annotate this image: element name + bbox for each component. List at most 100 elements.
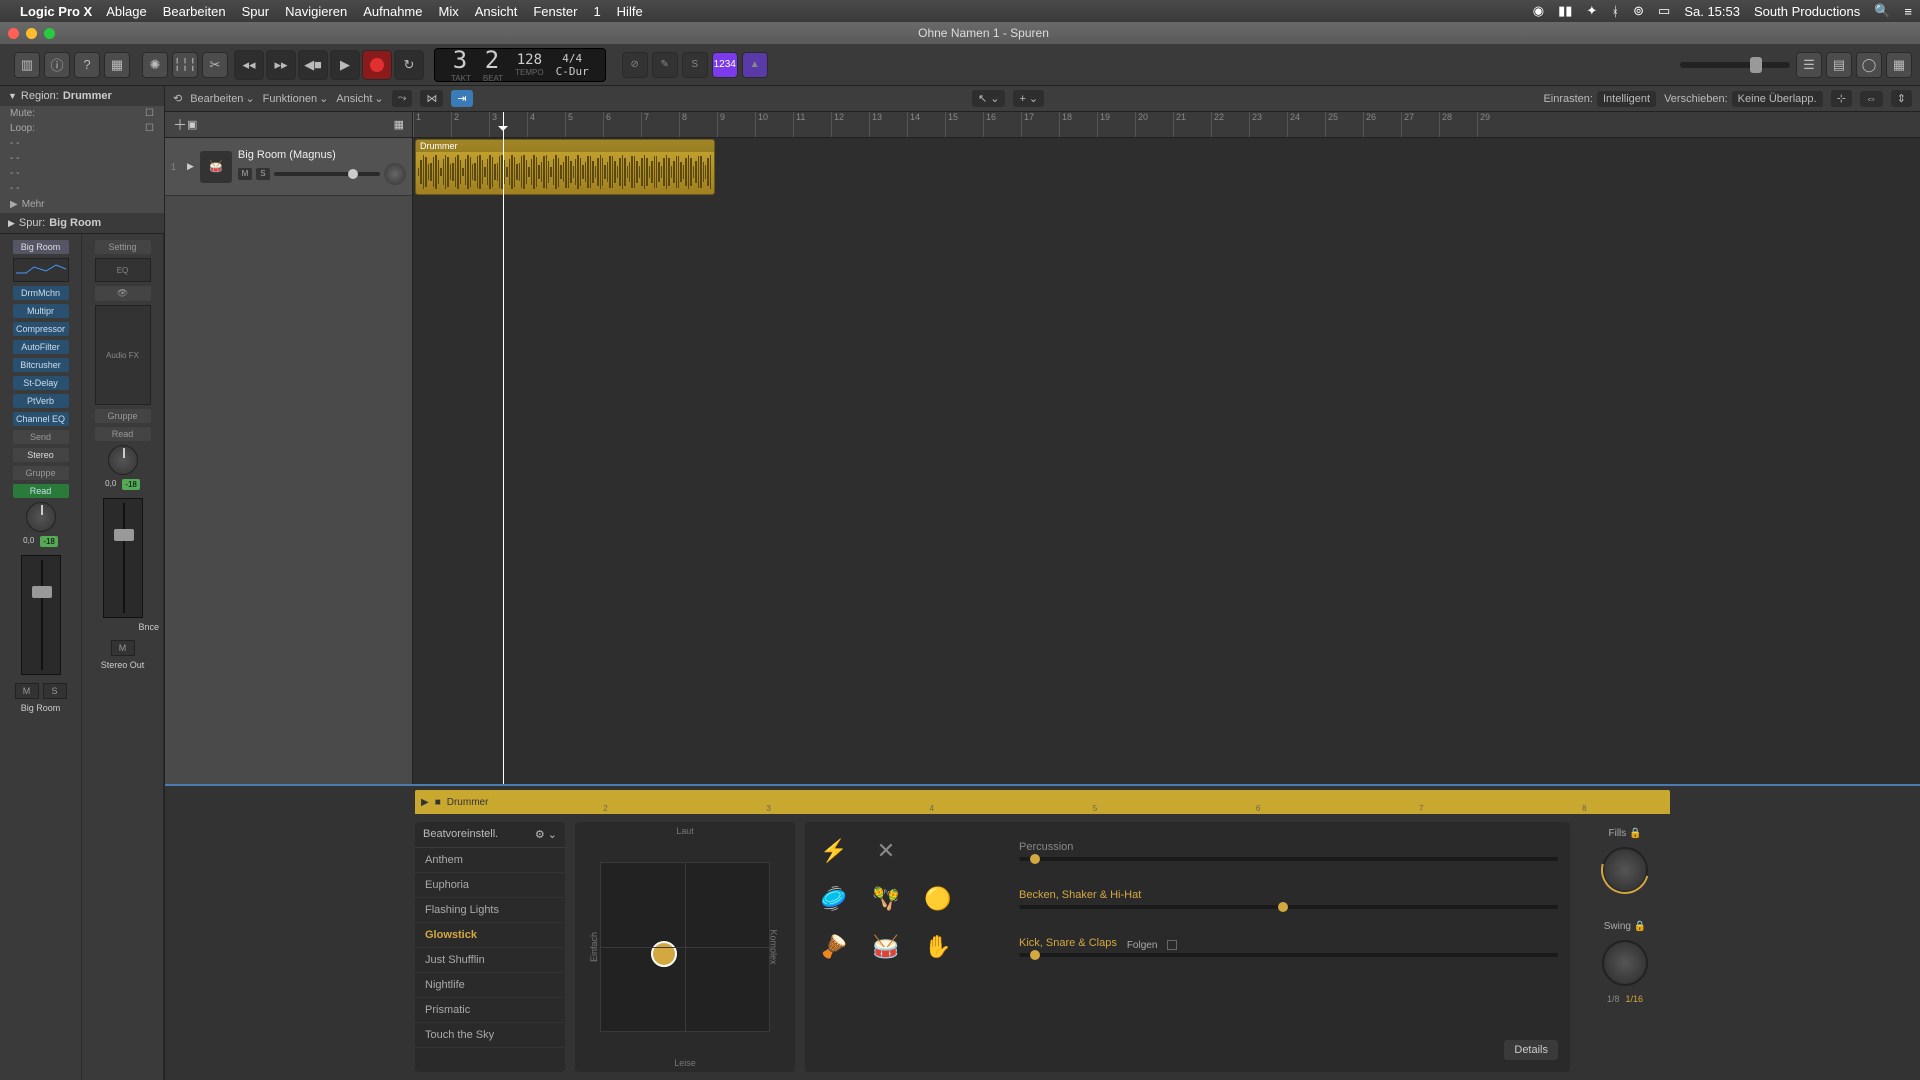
ruler-tick[interactable]: 11 [793,112,805,137]
rewind-button[interactable]: ◂◂ [234,50,264,80]
track-icon[interactable]: 🥁 [200,151,232,183]
menu-ablage[interactable]: Ablage [106,4,146,19]
ruler-tick[interactable]: 15 [945,112,958,137]
mute-button[interactable]: M [15,683,39,699]
status-airplay-icon[interactable]: ▭ [1658,3,1670,19]
plugin-slot[interactable]: St-Delay [13,376,69,390]
pointer-tool[interactable]: ↖ ⌄ [972,90,1006,107]
lcd-display[interactable]: 3TAKT 2BEAT 128TEMPO 4/4C-Dur [434,48,606,82]
preset-item[interactable]: Touch the Sky [415,1023,565,1048]
track-solo-button[interactable]: S [256,168,270,180]
setting-button[interactable]: Setting [95,240,151,254]
edit-menu[interactable]: Bearbeiten ⌄ [190,92,254,105]
ruler-tick[interactable]: 20 [1135,112,1148,137]
lcd-key[interactable]: C-Dur [556,65,589,78]
menu-mix[interactable]: Mix [439,4,459,19]
track-pan-knob[interactable] [384,163,406,185]
ruler-tick[interactable]: 12 [831,112,844,137]
preview-stop-icon[interactable]: ■ [435,797,441,808]
snare-icon[interactable]: 🥁 [869,930,903,964]
library-button[interactable]: ▥ [14,52,40,78]
play-button[interactable]: ▶ [330,50,360,80]
drummer-region-preview[interactable]: ▶ ■ Drummer 2 3 4 5 6 7 8 [415,790,1670,814]
ruler-tick[interactable]: 28 [1439,112,1452,137]
ruler-tick[interactable]: 14 [907,112,920,137]
status-wifi-icon[interactable]: ⊚ [1633,3,1644,19]
audiofx-slot[interactable]: Audio FX [95,305,151,405]
master-volume-slider[interactable] [1680,62,1790,68]
ruler-tick[interactable]: 19 [1097,112,1110,137]
replace-mode-button[interactable]: ⊘ [622,52,648,78]
preset-item[interactable]: Glowstick [415,923,565,948]
track-mute-button[interactable]: M [238,168,252,180]
ruler-tick[interactable]: 2 [451,112,459,137]
xy-pad[interactable] [600,862,770,1032]
functions-menu[interactable]: Funktionen ⌄ [263,92,329,105]
flex-toggle[interactable]: ⋈ [420,90,443,107]
ruler-tick[interactable]: 21 [1173,112,1186,137]
bounce-button[interactable]: Bnce [138,622,159,632]
menu-spur[interactable]: Spur [242,4,269,19]
ruler-tick[interactable]: 27 [1401,112,1414,137]
ruler-tick[interactable]: 29 [1477,112,1490,137]
view-menu[interactable]: Ansicht ⌄ [336,92,383,105]
swing-1-16[interactable]: 1/16 [1625,994,1643,1004]
shaker-icon[interactable]: 🪇 [869,882,903,916]
record-button[interactable] [362,50,392,80]
preset-gear-icon[interactable]: ⚙ ⌄ [535,828,557,841]
preset-item[interactable]: Anthem [415,848,565,873]
plugin-slot[interactable]: Channel EQ [13,412,69,426]
app-name[interactable]: Logic Pro X [20,4,92,19]
snap-dropdown[interactable]: Intelligent [1597,91,1656,107]
strip-name[interactable]: Big Room [13,240,69,254]
track-header[interactable]: 1 ▶ 🥁 Big Room (Magnus) M S [165,138,412,196]
follow-checkbox[interactable] [1167,940,1177,950]
lcd-beat[interactable]: 2 [485,46,501,74]
track-inspector-header[interactable]: ▶Spur: Big Room [0,213,164,233]
menubar-clock[interactable]: Sa. 15:53 [1684,4,1740,19]
x-icon[interactable]: ✕ [869,834,903,868]
duplicate-track-button[interactable]: ▣ [187,118,197,131]
track-volume-slider[interactable] [274,172,380,176]
ruler-tick[interactable]: 4 [527,112,535,137]
ruler-tick[interactable]: 5 [565,112,573,137]
bar-ruler[interactable]: 1234567891011121314151617181920212223242… [413,112,1920,138]
preview-play-icon[interactable]: ▶ [421,797,429,808]
ruler-tick[interactable]: 24 [1287,112,1300,137]
list-editors-button[interactable]: ☰ [1796,52,1822,78]
group-slot[interactable]: Gruppe [95,409,151,423]
inspector-button[interactable]: ⓘ [44,52,70,78]
xy-puck[interactable] [651,941,677,967]
countoff-button[interactable]: 1234 [712,52,738,78]
menu-bearbeiten[interactable]: Bearbeiten [163,4,226,19]
mixer-button[interactable]: ╎╎╎ [172,52,198,78]
menu-ansicht[interactable]: Ansicht [475,4,518,19]
search-icon[interactable]: 🔍 [1874,3,1890,19]
lightning-icon[interactable]: ⚡ [817,834,851,868]
zoom-tool-icon[interactable]: ⇕ [1891,90,1912,107]
hihat-icon[interactable]: 🟡 [921,882,955,916]
status-icon[interactable]: ✦ [1586,3,1597,19]
status-icon[interactable]: ◉ [1533,3,1544,19]
lcd-tempo[interactable]: 128 [517,52,542,68]
plugin-slot[interactable]: PtVerb [13,394,69,408]
close-button[interactable] [8,28,19,39]
alt-tool[interactable]: + ⌄ [1013,90,1044,107]
preset-item[interactable]: Flashing Lights [415,898,565,923]
bsh-slider[interactable] [1019,905,1558,909]
track-enable-icon[interactable]: ▶ [187,161,194,172]
drummer-region[interactable]: Drummer [415,139,715,195]
preset-item[interactable]: Just Shufflin [415,948,565,973]
preset-item[interactable]: Nightlife [415,973,565,998]
cymbal-icon[interactable]: 🥏 [817,882,851,916]
group-slot[interactable]: Gruppe [13,466,69,480]
ruler-tick[interactable]: 23 [1249,112,1262,137]
ruler-tick[interactable]: 1 [413,112,421,137]
menu-1[interactable]: 1 [593,4,600,19]
quickhelp-button[interactable]: ? [74,52,100,78]
mute-button[interactable]: M [111,640,135,656]
arrange-area[interactable]: 1234567891011121314151617181920212223242… [413,112,1920,784]
menu-hilfe[interactable]: Hilfe [617,4,643,19]
ruler-tick[interactable]: 7 [641,112,649,137]
plugin-slot[interactable]: AutoFilter [13,340,69,354]
